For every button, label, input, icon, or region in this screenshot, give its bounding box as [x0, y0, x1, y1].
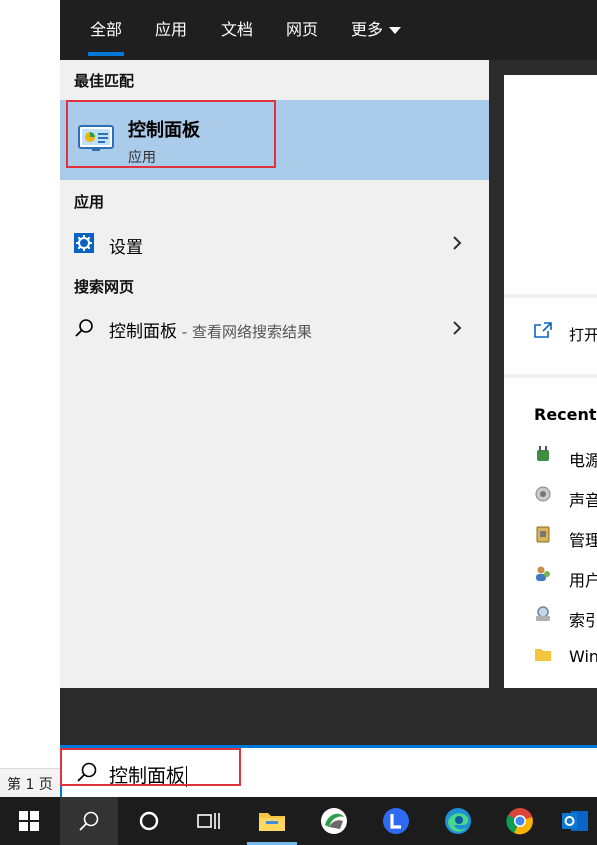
search-icon	[75, 319, 93, 337]
recent-item-label: 电源	[569, 451, 597, 470]
taskbar-search-button[interactable]	[60, 797, 118, 845]
web-suffix: - 查看网络搜索结果	[177, 323, 312, 341]
task-view-button[interactable]	[180, 797, 238, 845]
search-highlight-box	[60, 748, 241, 786]
outlook-button[interactable]	[553, 797, 597, 845]
tab-web-label: 网页	[286, 20, 319, 39]
user-accounts-icon	[536, 566, 550, 581]
recent-item-label: 管理	[569, 531, 597, 550]
preview-header-card	[504, 75, 597, 294]
outlook-icon	[562, 811, 588, 831]
tab-more[interactable]: 更多	[351, 16, 402, 40]
open-label: 打开	[569, 326, 597, 344]
document-status-bar: 第 1 页	[0, 768, 60, 797]
cortana-icon	[139, 811, 159, 831]
app-icon	[321, 808, 347, 834]
apps-heading: 应用	[74, 193, 105, 211]
folder-icon	[535, 649, 551, 661]
recent-item-label: 用户	[569, 571, 597, 590]
best-match-highlight-box	[66, 100, 276, 168]
tab-more-label: 更多	[351, 20, 384, 39]
admin-tools-icon	[536, 526, 550, 543]
start-button[interactable]	[0, 797, 58, 845]
chevron-down-icon	[389, 27, 402, 34]
taskbar	[0, 797, 597, 845]
tab-web[interactable]: 网页	[286, 16, 318, 40]
edge-icon	[445, 808, 471, 834]
page-indicator[interactable]: 第 1 页	[7, 774, 53, 794]
best-match-heading: 最佳匹配	[74, 72, 135, 90]
start-icon	[19, 811, 39, 831]
tab-apps[interactable]: 应用	[155, 16, 187, 40]
search-icon	[79, 811, 99, 831]
open-action[interactable]: 打开	[504, 298, 597, 374]
recent-heading: Recent	[534, 405, 597, 424]
chrome-button[interactable]	[491, 797, 549, 845]
file-explorer-button[interactable]	[243, 797, 301, 845]
settings-label: 设置	[109, 238, 143, 258]
tab-documents[interactable]: 文档	[221, 16, 253, 40]
lark-button[interactable]	[367, 797, 425, 845]
lark-icon	[383, 808, 409, 834]
recent-item-label: 索引	[569, 611, 597, 630]
chevron-right-icon	[453, 236, 462, 250]
search-flyout: 全部 应用 文档 网页 更多 最佳匹配 控制面板 应用 应用 设置 搜索网页 控…	[60, 0, 597, 745]
tab-bar: 全部 应用 文档 网页 更多	[60, 0, 597, 60]
recent-item-label: 声音	[569, 491, 597, 510]
web-search-label: 控制面板 - 查看网络搜索结果	[109, 317, 312, 342]
web-heading: 搜索网页	[74, 278, 135, 296]
edge-button[interactable]	[429, 797, 487, 845]
sound-icon	[535, 486, 551, 502]
web-query: 控制面板	[109, 322, 177, 342]
results-pane: 最佳匹配 控制面板 应用 应用 设置 搜索网页 控制面板 - 查看网络搜索结果	[60, 60, 489, 688]
recent-item-label: Win	[569, 647, 597, 666]
app-button[interactable]	[305, 797, 363, 845]
task-view-icon	[197, 813, 220, 829]
open-icon	[534, 322, 552, 338]
cortana-button[interactable]	[120, 797, 178, 845]
tab-all[interactable]: 全部	[87, 16, 125, 56]
document-window	[0, 0, 61, 770]
chrome-icon	[506, 808, 533, 835]
file-explorer-icon	[259, 813, 285, 831]
chevron-right-icon	[453, 321, 462, 335]
indexing-options-icon	[536, 606, 550, 621]
gear-icon	[74, 233, 94, 253]
power-options-icon	[537, 446, 549, 461]
preview-pane: 打开 Recent 电源 声音 管理 用户 索引 Win	[504, 75, 597, 688]
